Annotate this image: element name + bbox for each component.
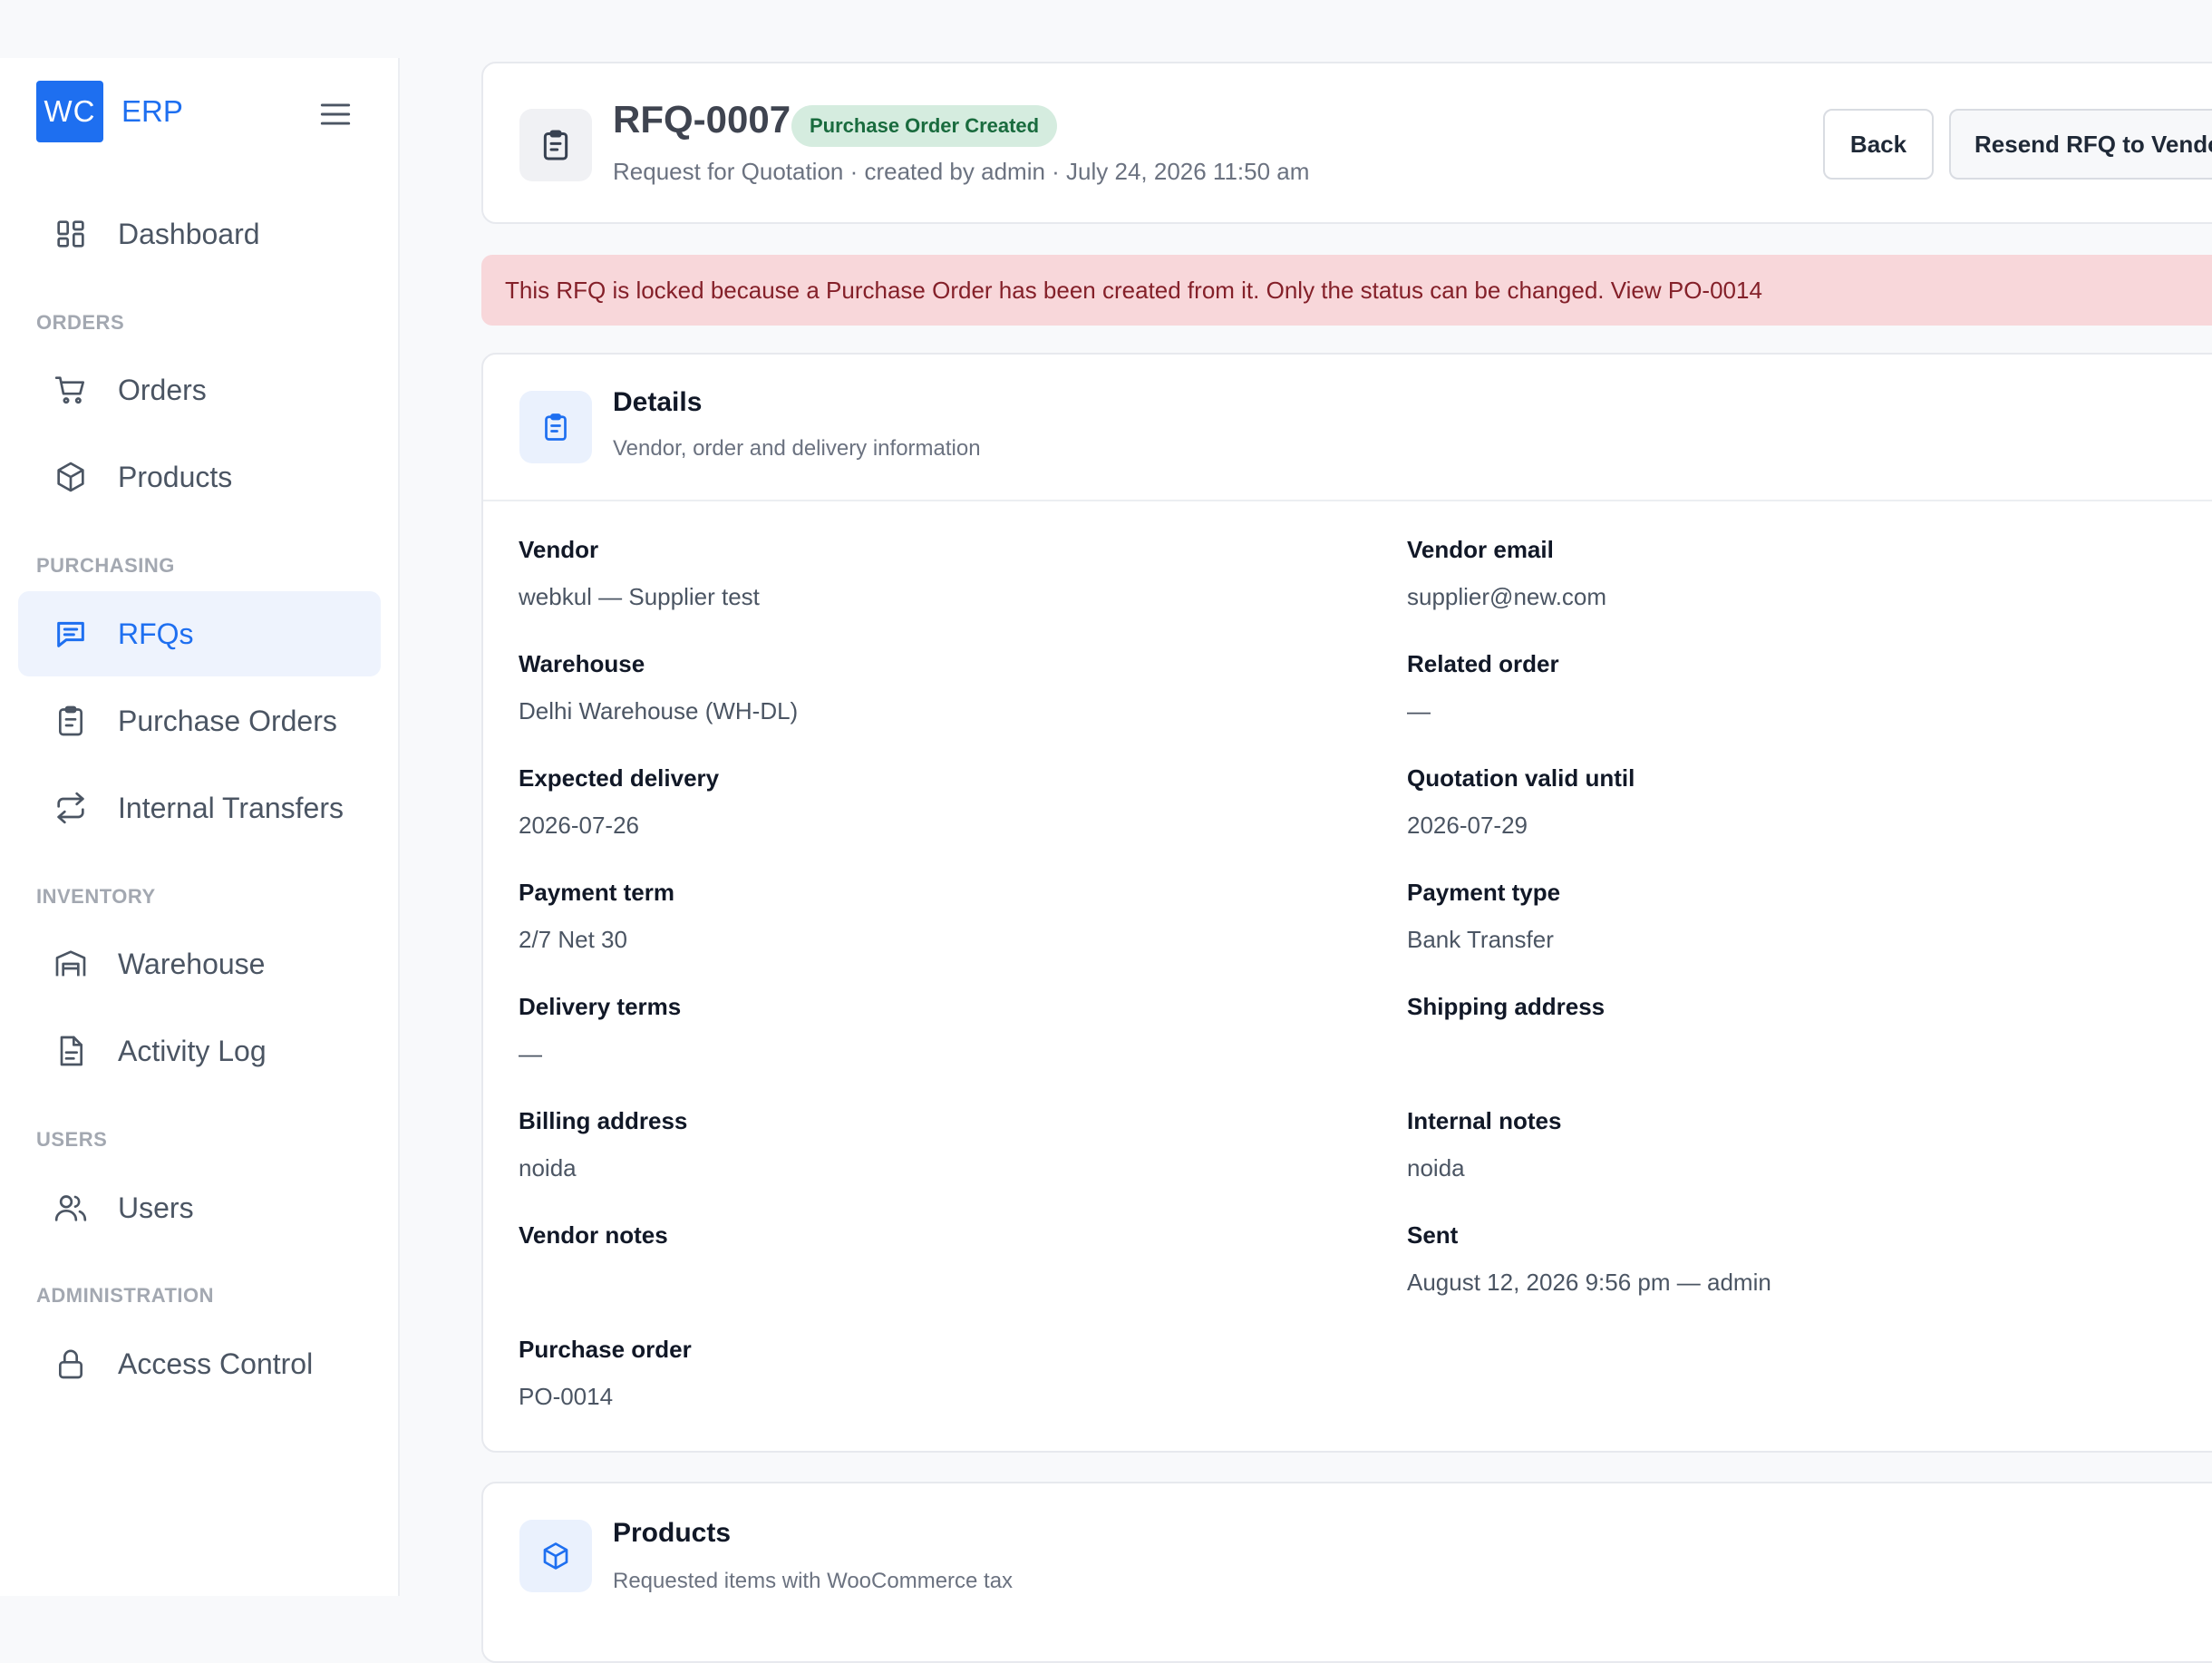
sidebar-item-label: Users	[118, 1191, 194, 1224]
resend-rfq-button[interactable]: Resend RFQ to Vendor	[1949, 109, 2212, 180]
section-administration: ADMINISTRATION	[36, 1284, 215, 1307]
vendor-value: webkul — Supplier test	[519, 583, 760, 610]
sent-value: August 12, 2026 9:56 pm — admin	[1407, 1269, 1771, 1296]
billing-address-label: Billing address	[519, 1107, 688, 1134]
vendor-email-label: Vendor email	[1407, 536, 1554, 563]
sidebar-item-label: Access Control	[118, 1347, 314, 1380]
products-card: Products Requested items with WooCommerc…	[481, 1482, 2212, 1663]
brand[interactable]: WC ERP	[36, 81, 183, 142]
warehouse-label: Warehouse	[519, 650, 645, 677]
delivery-terms-label: Delivery terms	[519, 993, 682, 1020]
sidebar-item-label: Dashboard	[118, 217, 260, 250]
billing-address-value: noida	[519, 1154, 577, 1182]
brand-name: ERP	[121, 94, 183, 128]
details-subtitle: Vendor, order and delivery information	[613, 436, 981, 461]
message-icon	[53, 616, 89, 652]
sidebar-item-users[interactable]: Users	[18, 1165, 381, 1250]
internal-notes-label: Internal notes	[1407, 1107, 1562, 1134]
sent-label: Sent	[1407, 1221, 1459, 1249]
payment-type-value: Bank Transfer	[1407, 926, 1554, 953]
clipboard-icon	[519, 391, 592, 463]
sidebar: WC ERP Dashboard ORDERS Orders Products …	[0, 58, 400, 1596]
sidebar-item-purchase-orders[interactable]: Purchase Orders	[18, 678, 381, 763]
sidebar-item-label: Orders	[118, 373, 207, 406]
details-card: Details Vendor, order and delivery infor…	[481, 353, 2212, 1453]
section-users: USERS	[36, 1128, 108, 1151]
lock-icon	[53, 1346, 89, 1382]
document-icon	[53, 1033, 89, 1069]
back-button[interactable]: Back	[1823, 109, 1934, 180]
sidebar-item-warehouse[interactable]: Warehouse	[18, 921, 381, 1007]
vendor-notes-label: Vendor notes	[519, 1221, 668, 1249]
delivery-terms-value: —	[519, 1040, 542, 1067]
sidebar-item-internal-transfers[interactable]: Internal Transfers	[18, 765, 381, 851]
sidebar-item-label: Purchase Orders	[118, 704, 337, 737]
quotation-valid-until-value: 2026-07-29	[1407, 812, 1528, 839]
warehouse-icon	[53, 946, 89, 982]
box-icon	[519, 1520, 592, 1592]
expected-delivery-value: 2026-07-26	[519, 812, 639, 839]
vendor-label: Vendor	[519, 536, 599, 563]
section-purchasing: PURCHASING	[36, 554, 175, 577]
sidebar-item-label: Activity Log	[118, 1034, 267, 1067]
brand-logo: WC	[36, 81, 103, 142]
sidebar-item-label: Products	[118, 460, 233, 493]
sidebar-item-label: Internal Transfers	[118, 791, 344, 824]
products-title: Products	[613, 1518, 732, 1548]
payment-type-label: Payment type	[1407, 879, 1561, 906]
locked-alert: This RFQ is locked because a Purchase Or…	[481, 255, 2212, 326]
transfer-arrows-icon	[53, 790, 89, 826]
sidebar-item-label: Warehouse	[118, 947, 266, 980]
sidebar-item-products[interactable]: Products	[18, 434, 381, 520]
quotation-valid-until-label: Quotation valid until	[1407, 764, 1635, 792]
sidebar-item-activity-log[interactable]: Activity Log	[18, 1008, 381, 1094]
hamburger-menu-icon[interactable]	[315, 94, 355, 134]
page-title: RFQ-0007	[613, 98, 791, 141]
internal-notes-value: noida	[1407, 1154, 1465, 1182]
payment-term-value: 2/7 Net 30	[519, 926, 627, 953]
clipboard-icon	[53, 703, 89, 739]
sidebar-item-orders[interactable]: Orders	[18, 347, 381, 433]
related-order-label: Related order	[1407, 650, 1559, 677]
purchase-order-value: PO-0014	[519, 1383, 614, 1410]
products-subtitle: Requested items with WooCommerce tax	[613, 1569, 1014, 1593]
warehouse-value: Delhi Warehouse (WH-DL)	[519, 697, 799, 725]
users-icon	[53, 1190, 89, 1226]
details-header: Details Vendor, order and delivery infor…	[483, 355, 2212, 501]
payment-term-label: Payment term	[519, 879, 674, 906]
sidebar-item-access-control[interactable]: Access Control	[18, 1321, 381, 1406]
rfq-header: RFQ-0007 Purchase Order Created Request …	[481, 62, 2212, 224]
vendor-email-value: supplier@new.com	[1407, 583, 1607, 610]
sidebar-item-dashboard[interactable]: Dashboard	[18, 191, 381, 277]
clipboard-icon	[519, 109, 592, 181]
section-inventory: INVENTORY	[36, 885, 156, 908]
shipping-address-label: Shipping address	[1407, 993, 1606, 1020]
dashboard-icon	[53, 216, 89, 252]
sidebar-item-label: RFQs	[118, 617, 194, 650]
sidebar-item-rfqs[interactable]: RFQs	[18, 591, 381, 676]
cart-icon	[53, 372, 89, 408]
box-icon	[53, 459, 89, 495]
status-badge: Purchase Order Created	[791, 105, 1058, 147]
purchase-order-label: Purchase order	[519, 1336, 692, 1363]
related-order-value: —	[1407, 697, 1431, 725]
details-title: Details	[613, 387, 703, 417]
expected-delivery-label: Expected delivery	[519, 764, 720, 792]
section-orders: ORDERS	[36, 311, 125, 334]
page-subtitle: Request for Quotation · created by admin…	[613, 158, 1310, 185]
